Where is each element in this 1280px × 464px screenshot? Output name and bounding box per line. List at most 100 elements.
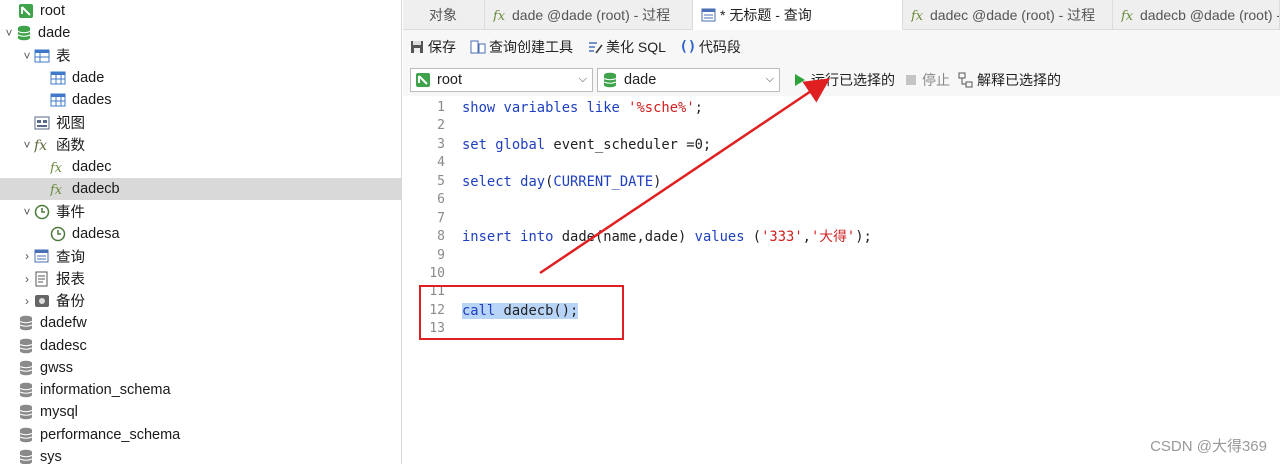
tree-item[interactable]: ˅ 事件: [0, 201, 401, 223]
database-gray-icon: [18, 427, 34, 443]
object-tree[interactable]: root ˅ dade ˅ 表 dade dades 视图 ˅ ƒx 函数 ƒx dadec ƒx dade…: [0, 0, 402, 464]
svg-text:ƒx: ƒx: [34, 138, 47, 153]
tree-item-dade[interactable]: ˅ dade: [0, 22, 401, 44]
function-icon: ƒx: [911, 7, 927, 23]
tab-label: dade @dade (root) - 过程: [512, 7, 671, 23]
event-icon: [50, 226, 66, 242]
explain-icon: [958, 72, 974, 88]
chevron-right-icon[interactable]: ›: [20, 272, 34, 286]
code-line[interactable]: set global event_scheduler =0;: [462, 136, 711, 154]
tree-item-sys[interactable]: sys: [0, 446, 401, 464]
tab-untitled-query[interactable]: * 无标题 - 查询: [693, 0, 903, 30]
tree-item-label: dade: [72, 69, 105, 86]
chevron-down-icon[interactable]: ˅: [20, 49, 34, 63]
tree-item-label: root: [40, 3, 65, 19]
tree-item-dade[interactable]: dade: [0, 67, 401, 89]
tree-item-label: dadefw: [40, 315, 87, 332]
code-snippet-label: 代码段: [698, 39, 741, 55]
stop-label: 停止: [922, 72, 950, 88]
tree-item-dades[interactable]: dades: [0, 89, 401, 111]
chevron-down-icon[interactable]: ˅: [2, 26, 16, 40]
beautify-sql-button[interactable]: 美化 SQL: [587, 37, 666, 57]
chevron-down-icon[interactable]: ˅: [20, 205, 34, 219]
tree-item-dadesc[interactable]: dadesc: [0, 335, 401, 357]
tree-item-dadec[interactable]: ƒx dadec: [0, 156, 401, 178]
tree-item-label: 表: [56, 49, 71, 66]
tree-item-dadefw[interactable]: dadefw: [0, 312, 401, 334]
tree-item-label: 函数: [56, 138, 85, 155]
save-button[interactable]: 保存: [409, 37, 456, 57]
beautify-label: 美化 SQL: [606, 39, 666, 55]
connection-select[interactable]: root ⌵: [410, 68, 593, 92]
tree-item-label: sys: [40, 449, 62, 464]
code-snippet-button[interactable]: () 代码段: [679, 37, 741, 57]
save-icon: [409, 39, 425, 55]
line-number: 13: [429, 321, 445, 336]
tab-objects[interactable]: 对象: [403, 0, 485, 30]
svg-text:ƒx: ƒx: [50, 183, 63, 197]
stop-button[interactable]: 停止: [903, 70, 950, 90]
navicat-window: root ˅ dade ˅ 表 dade dades 视图 ˅ ƒx 函数 ƒx dadec ƒx dade…: [0, 0, 1280, 464]
tree-item-label: dadecb: [72, 181, 120, 198]
tree-item-label: dadesa: [72, 226, 120, 242]
tab-dadecb-procedure[interactable]: ƒx dadecb @dade (root) - 过程: [1113, 0, 1280, 30]
tree-item[interactable]: ˅ 表: [0, 45, 401, 67]
query-icon: [701, 7, 717, 23]
tree-item-root[interactable]: root: [0, 0, 401, 22]
line-number: 2: [437, 118, 445, 133]
chevron-right-icon[interactable]: ›: [20, 249, 34, 263]
explain-selected-button[interactable]: 解释已选择的: [958, 70, 1061, 90]
database-gray-icon: [18, 449, 34, 464]
database-gray-icon: [18, 382, 34, 398]
chevron-right-icon[interactable]: ›: [20, 294, 34, 308]
code-line-text: call dadecb();: [462, 303, 579, 319]
table-group-icon: [34, 48, 50, 64]
code-line[interactable]: call dadecb();: [462, 302, 579, 320]
tab-dade-procedure[interactable]: ƒx dade @dade (root) - 过程: [485, 0, 693, 30]
query-builder-button[interactable]: 查询创建工具: [470, 37, 573, 57]
tree-item-information_schema[interactable]: information_schema: [0, 379, 401, 401]
code-line-text: set global event_scheduler =0;: [462, 137, 712, 153]
tree-item[interactable]: › 查询: [0, 245, 401, 267]
tab-label: dadecb @dade (root) - 过程: [1140, 7, 1279, 23]
tree-item[interactable]: › 报表: [0, 268, 401, 290]
tree-item-label: gwss: [40, 359, 74, 376]
tree-item[interactable]: › 备份: [0, 290, 401, 312]
tree-item-performance_schema[interactable]: performance_schema: [0, 424, 401, 446]
code-line-text: select day(CURRENT_DATE): [462, 174, 662, 190]
code-line[interactable]: show variables like '%sche%';: [462, 99, 703, 117]
code-line[interactable]: insert into dade(name,dade) values ('333…: [462, 228, 872, 246]
database-gray-icon: [18, 404, 34, 420]
code-line[interactable]: select day(CURRENT_DATE): [462, 173, 661, 191]
tree-item-label: 报表: [56, 272, 85, 289]
tree-item-mysql[interactable]: mysql: [0, 401, 401, 423]
tree-item-label: 备份: [56, 294, 85, 311]
stop-icon: [903, 72, 919, 88]
table-icon: [50, 92, 66, 108]
tab-dadec-procedure[interactable]: ƒx dadec @dade (root) - 过程: [903, 0, 1113, 30]
chevron-down-icon: ⌵: [765, 73, 774, 85]
tree-item-label: 视图: [56, 116, 85, 132]
tree-item-label: dadesc: [40, 337, 87, 354]
tree-item-dadesa[interactable]: dadesa: [0, 223, 401, 245]
query-icon: [34, 248, 50, 264]
tree-item-label: 查询: [56, 249, 85, 266]
chevron-down-icon[interactable]: ˅: [20, 138, 34, 152]
line-number-gutter: 1 2 3 4 5 6 7 8 9 10 11 12 13: [403, 97, 447, 464]
database-value: dade: [624, 72, 657, 88]
run-selected-button[interactable]: 运行已选择的: [792, 70, 895, 90]
tree-item[interactable]: 视图: [0, 112, 401, 134]
connection-bar: root ⌵ dade ⌵ 运行已选择的 停止 解释已选择的: [403, 64, 1280, 96]
tree-item-label: dadec: [72, 159, 112, 176]
run-selected-label: 运行已选择的: [811, 72, 895, 88]
tree-item-label: mysql: [40, 404, 78, 421]
sql-editor[interactable]: 1 2 3 4 5 6 7 8 9 10 11 12 13 show variables like '%…: [403, 97, 1280, 464]
tree-item-gwss[interactable]: gwss: [0, 357, 401, 379]
database-select[interactable]: dade ⌵: [597, 68, 780, 92]
tree-item-dadecb[interactable]: ƒx dadecb: [0, 178, 401, 201]
beautify-icon: [587, 39, 603, 55]
tab-label: 对象: [429, 7, 457, 23]
line-number: 3: [437, 137, 445, 152]
line-number: 9: [437, 248, 445, 263]
tree-item[interactable]: ˅ ƒx 函数: [0, 134, 401, 156]
